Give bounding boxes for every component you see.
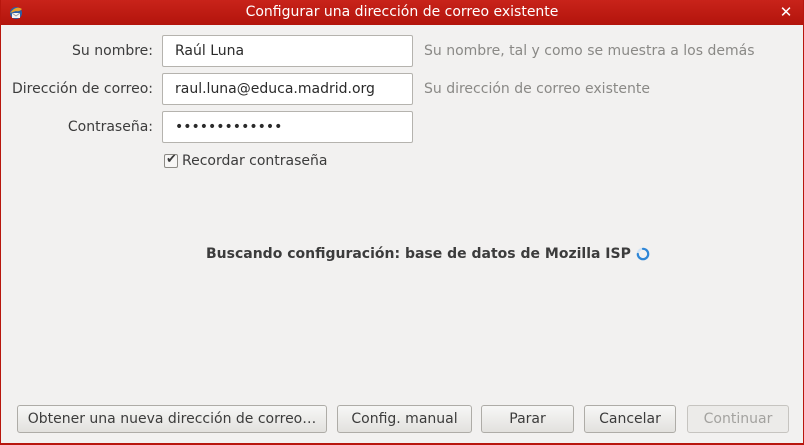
account-setup-dialog: Configurar una dirección de correo exist… (0, 0, 804, 445)
password-row: Contraseña: (1, 111, 803, 145)
email-hint: Su dirección de correo existente (424, 81, 650, 97)
checkmark-icon: ✔ (166, 152, 177, 167)
stop-button[interactable]: Parar (481, 405, 574, 433)
password-field[interactable] (162, 111, 413, 143)
manual-config-button[interactable]: Config. manual (337, 405, 472, 433)
status-text: Buscando configuración: base de datos de… (206, 246, 631, 262)
name-field[interactable] (162, 35, 413, 67)
window-title: Configurar una dirección de correo exist… (245, 4, 559, 20)
email-label: Dirección de correo: (12, 81, 153, 97)
close-icon[interactable]: ✕ (777, 2, 795, 22)
password-label: Contraseña: (67, 119, 153, 135)
remember-password-label[interactable]: Recordar contraseña (182, 153, 327, 169)
name-row: Su nombre: Su nombre, tal y como se mues… (1, 35, 803, 69)
email-row: Dirección de correo: Su dirección de cor… (1, 73, 803, 107)
spinner-icon (636, 247, 650, 261)
new-address-button[interactable]: Obtener una nueva dirección de correo… (17, 405, 327, 433)
remember-password-checkbox[interactable]: ✔ Recordar contraseña (164, 152, 327, 170)
status-area: Buscando configuración: base de datos de… (206, 246, 650, 262)
checkbox-icon[interactable]: ✔ (164, 152, 178, 168)
email-field[interactable] (162, 73, 413, 105)
title-bar[interactable]: Configurar una dirección de correo exist… (1, 0, 803, 25)
continue-button[interactable]: Continuar (687, 405, 789, 433)
name-label: Su nombre: (72, 43, 153, 59)
cancel-button[interactable]: Cancelar (584, 405, 676, 433)
name-hint: Su nombre, tal y como se muestra a los d… (424, 43, 755, 59)
